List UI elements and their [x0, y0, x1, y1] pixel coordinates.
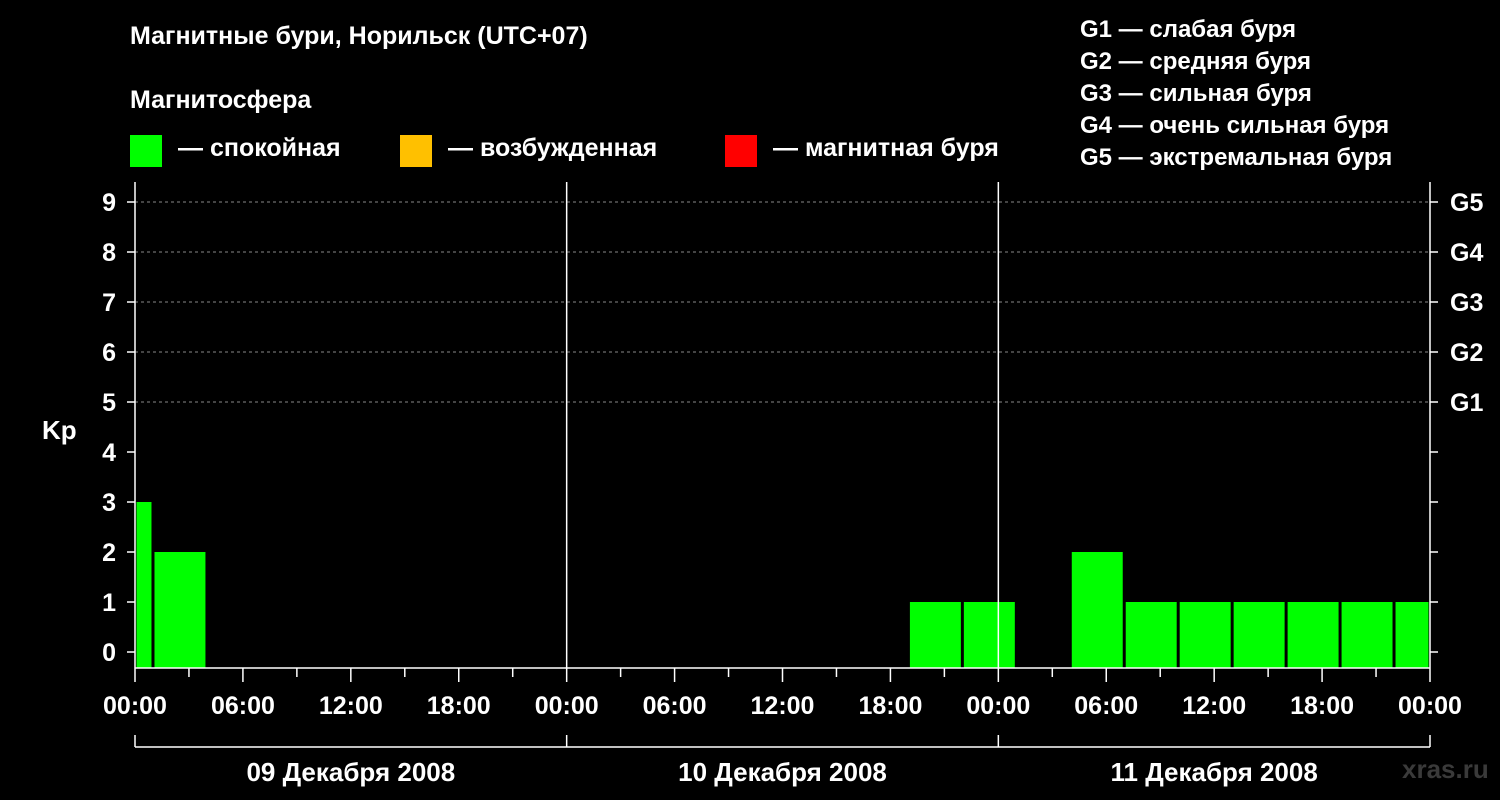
- kp-bar-6: [1179, 602, 1231, 668]
- kp-bar-5: [1125, 602, 1177, 668]
- g-level-label: G1: [1450, 389, 1483, 417]
- watermark: xras.ru: [1402, 754, 1489, 784]
- y-tick-label: 9: [102, 189, 116, 217]
- x-tick-label: 06:00: [643, 692, 707, 720]
- x-tick-label: 18:00: [1290, 692, 1354, 720]
- x-tick-label: 00:00: [103, 692, 167, 720]
- kp-bar-9: [1341, 602, 1393, 668]
- y-tick-label: 3: [102, 489, 116, 517]
- kp-bar-1: [154, 552, 206, 668]
- kp-bar-8: [1287, 602, 1339, 668]
- y-axis-label: Kp: [42, 415, 77, 445]
- y-tick-label: 2: [102, 539, 116, 567]
- x-tick-label: 00:00: [535, 692, 599, 720]
- x-tick-label: 12:00: [751, 692, 815, 720]
- kp-bar-10: [1395, 602, 1429, 668]
- x-tick-label: 18:00: [858, 692, 922, 720]
- y-tick-label: 5: [102, 389, 116, 417]
- x-tick-label: 12:00: [319, 692, 383, 720]
- kp-bar-3: [963, 602, 1015, 668]
- kp-bar-4: [1071, 552, 1123, 668]
- x-tick-label: 00:00: [1398, 692, 1462, 720]
- x-tick-label: 18:00: [427, 692, 491, 720]
- g-level-label: G2: [1450, 339, 1483, 367]
- y-tick-label: 8: [102, 239, 116, 267]
- y-tick-label: 1: [102, 589, 116, 617]
- y-tick-label: 4: [102, 439, 116, 467]
- x-tick-label: 06:00: [1074, 692, 1138, 720]
- y-tick-label: 7: [102, 289, 116, 317]
- day-label: 11 Декабря 2008: [1111, 757, 1318, 787]
- day-label: 09 Декабря 2008: [246, 757, 455, 787]
- kp-bar-2: [909, 602, 961, 668]
- g-level-label: G3: [1450, 289, 1483, 317]
- g-level-label: G5: [1450, 189, 1483, 217]
- y-tick-label: 6: [102, 339, 116, 367]
- x-tick-label: 12:00: [1182, 692, 1246, 720]
- kp-bar-7: [1233, 602, 1285, 668]
- kp-bar-0: [136, 502, 152, 668]
- x-tick-label: 00:00: [966, 692, 1030, 720]
- kp-chart: 0 1 2 3 4 5 6 7 8 9 G1 G2 G3 G4 G5 Kp 00:00 06:00 12:00 18:…: [42, 182, 1483, 787]
- g-level-label: G4: [1450, 239, 1483, 267]
- day-label: 10 Декабря 2008: [678, 757, 887, 787]
- y-tick-label: 0: [102, 639, 116, 667]
- x-tick-label: 06:00: [211, 692, 275, 720]
